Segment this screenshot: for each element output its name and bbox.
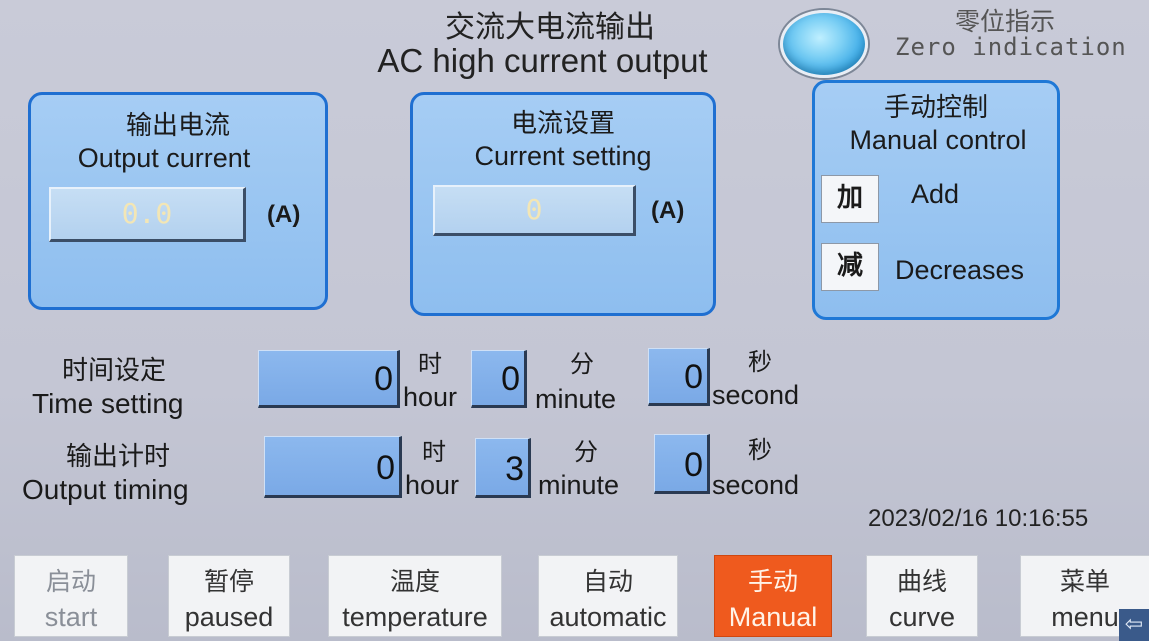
current-setting-label-en: Current setting bbox=[474, 141, 652, 171]
time-setting-second-input[interactable]: 0 bbox=[648, 348, 710, 406]
nav-temperature-cn: 温度 bbox=[389, 567, 440, 596]
minute-unit-cn-2: 分 bbox=[574, 438, 598, 466]
back-arrow-icon[interactable]: ⇦ bbox=[1119, 609, 1149, 641]
nav-curve-button[interactable]: 曲线 curve bbox=[866, 555, 978, 637]
datetime-display: 2023/02/16 10:16:55 bbox=[868, 505, 1089, 532]
hour-unit-en: hour bbox=[403, 382, 458, 412]
time-setting-minute-input[interactable]: 0 bbox=[471, 350, 527, 408]
output-timing-minute-display: 3 bbox=[475, 438, 531, 498]
current-setting-panel: 电流设置 Current setting 0 (A) bbox=[410, 92, 716, 316]
second-unit-cn: 秒 bbox=[748, 348, 772, 376]
output-current-label-en: Output current bbox=[77, 143, 251, 173]
nav-temperature-button[interactable]: 温度 temperature bbox=[328, 555, 502, 637]
hour-unit-cn-2: 时 bbox=[422, 438, 446, 466]
output-current-label-cn: 输出电流 bbox=[125, 111, 230, 141]
nav-start-cn: 启动 bbox=[45, 567, 96, 596]
second-unit-en-2: second bbox=[712, 470, 800, 500]
minute-unit-en-2: minute bbox=[538, 470, 620, 500]
second-unit-cn-2: 秒 bbox=[748, 436, 772, 464]
add-button[interactable]: 加 bbox=[821, 175, 879, 223]
nav-manual-cn: 手动 bbox=[747, 567, 798, 596]
manual-control-panel: 手动控制 Manual control 加 Add 减 Decreases bbox=[812, 80, 1060, 320]
decrease-label: Decreases bbox=[895, 255, 1025, 285]
output-current-unit: (A) bbox=[267, 201, 301, 228]
decrease-button[interactable]: 减 bbox=[821, 243, 879, 291]
add-label: Add bbox=[911, 179, 960, 209]
output-timing-label-cn: 输出计时 bbox=[66, 442, 171, 472]
hour-unit-en-2: hour bbox=[405, 470, 460, 500]
output-timing-second-display: 0 bbox=[654, 434, 710, 494]
second-unit-en: second bbox=[712, 380, 800, 410]
nav-curve-en: curve bbox=[888, 602, 956, 632]
output-timing-hour-display: 0 bbox=[264, 436, 402, 498]
minute-unit-en: minute bbox=[535, 384, 617, 414]
nav-menu-cn: 菜单 bbox=[1059, 567, 1110, 596]
time-setting-label-cn: 时间设定 bbox=[62, 356, 167, 386]
nav-paused-cn: 暂停 bbox=[203, 567, 254, 596]
output-current-value: 0.0 bbox=[49, 187, 246, 242]
nav-paused-button[interactable]: 暂停 paused bbox=[168, 555, 290, 637]
manual-control-label-cn: 手动控制 bbox=[883, 93, 988, 123]
nav-manual-button[interactable]: 手动 Manual bbox=[714, 555, 832, 637]
nav-paused-en: paused bbox=[184, 602, 274, 632]
nav-automatic-button[interactable]: 自动 automatic bbox=[538, 555, 678, 637]
output-current-panel: 输出电流 Output current 0.0 (A) bbox=[28, 92, 328, 310]
nav-temperature-en: temperature bbox=[342, 602, 488, 632]
nav-start-button[interactable]: 启动 start bbox=[14, 555, 128, 637]
minute-unit-cn: 分 bbox=[570, 350, 594, 378]
nav-automatic-en: automatic bbox=[549, 602, 667, 632]
time-setting-hour-input[interactable]: 0 bbox=[258, 350, 400, 408]
nav-start-en: start bbox=[44, 602, 98, 632]
time-setting-label-en: Time setting bbox=[32, 388, 184, 419]
current-setting-label-cn: 电流设置 bbox=[510, 109, 615, 139]
nav-automatic-cn: 自动 bbox=[582, 567, 633, 596]
manual-control-label-en: Manual control bbox=[849, 125, 1027, 155]
output-timing-label-en: Output timing bbox=[22, 474, 189, 505]
current-setting-unit: (A) bbox=[651, 197, 685, 224]
nav-curve-cn: 曲线 bbox=[896, 567, 947, 596]
hour-unit-cn: 时 bbox=[418, 350, 442, 378]
nav-manual-en: Manual bbox=[728, 602, 818, 632]
zero-indication-label-en: Zero indication bbox=[895, 33, 1127, 61]
current-setting-input[interactable]: 0 bbox=[433, 185, 636, 236]
zero-indicator-led bbox=[780, 10, 868, 78]
